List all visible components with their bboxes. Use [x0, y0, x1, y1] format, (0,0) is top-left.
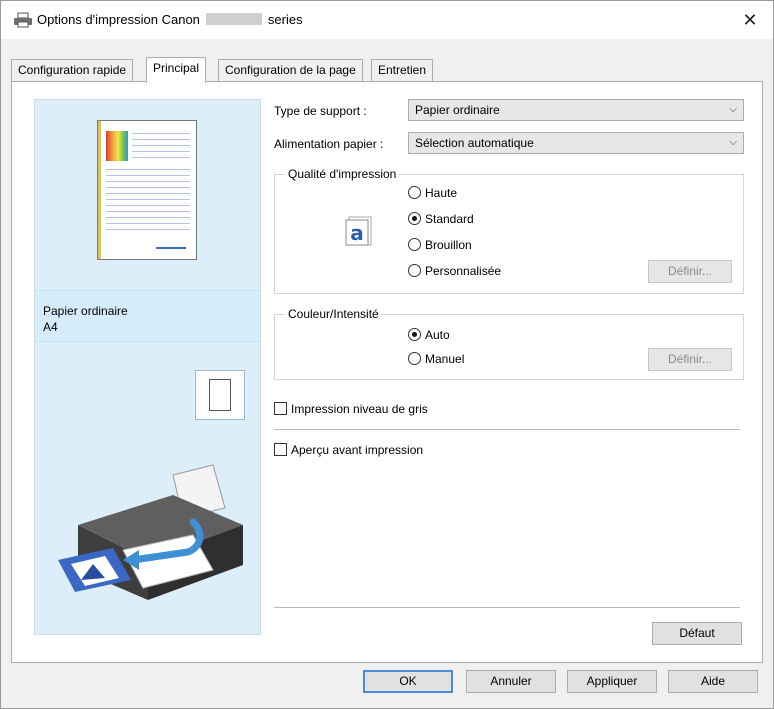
paper-source-label: Alimentation papier :	[274, 137, 384, 151]
radio-icon	[408, 186, 421, 199]
tab-entretien[interactable]: Entretien	[371, 59, 434, 82]
color-intensity-title: Couleur/Intensité	[285, 307, 382, 321]
chevron-down-icon: ⌵	[729, 137, 737, 148]
print-options-dialog: Options d'impression Canon series ✕ Confi…	[0, 0, 774, 709]
letter-a-icon: a	[345, 216, 372, 246]
ok-button[interactable]: OK	[363, 670, 453, 693]
grayscale-label: Impression niveau de gris	[291, 402, 428, 416]
tab-configuration-page[interactable]: Configuration de la page	[218, 59, 363, 82]
paper-source-select[interactable]: Sélection automatique ⌵	[408, 132, 744, 154]
media-type-label: Type de support :	[274, 104, 367, 118]
title-bar: Options d'impression Canon series ✕	[1, 1, 773, 39]
radio-selected-icon	[408, 212, 421, 225]
separator	[274, 429, 740, 430]
redacted-model	[205, 13, 262, 25]
quality-standard-label: Standard	[425, 212, 474, 226]
radio-icon	[408, 238, 421, 251]
principal-panel: Papier ordinaire A4 Type de support : Pa…	[11, 81, 763, 663]
media-info: Papier ordinaire A4	[35, 290, 260, 342]
color-intensity-group: Couleur/Intensité Auto Manuel Définir...	[274, 307, 744, 380]
checkbox-icon	[274, 443, 287, 456]
checkbox-icon	[274, 402, 287, 415]
quality-custom-label: Personnalisée	[425, 264, 502, 278]
quality-high-label: Haute	[425, 186, 458, 200]
media-type-value: Papier ordinaire	[415, 103, 500, 117]
print-quality-group: Qualité d'impression a Haute Standard Br…	[274, 167, 744, 294]
media-type-select[interactable]: Papier ordinaire ⌵	[408, 99, 744, 121]
printer-illustration	[58, 464, 243, 600]
media-type-text: Papier ordinaire	[43, 304, 128, 318]
chevron-down-icon: ⌵	[729, 104, 737, 115]
window-title-suffix: series	[267, 12, 303, 27]
color-auto-label: Auto	[425, 328, 450, 342]
separator	[274, 607, 740, 608]
print-preview-checkbox[interactable]: Aperçu avant impression	[274, 442, 423, 460]
help-button[interactable]: Aide	[668, 670, 758, 693]
grayscale-checkbox[interactable]: Impression niveau de gris	[274, 401, 428, 419]
quality-custom-radio[interactable]: Personnalisée	[408, 263, 501, 281]
tab-principal[interactable]: Principal	[146, 57, 207, 83]
portrait-page-icon	[195, 370, 245, 420]
radio-icon	[408, 264, 421, 277]
paper-size-text: A4	[43, 320, 58, 334]
paper-source-value: Sélection automatique	[415, 136, 534, 150]
window-title: Options d'impression Canon series	[37, 12, 303, 27]
radio-selected-icon	[408, 328, 421, 341]
svg-text:a: a	[350, 221, 364, 245]
color-define-button[interactable]: Définir...	[648, 348, 732, 371]
quality-draft-radio[interactable]: Brouillon	[408, 237, 472, 255]
quality-define-button[interactable]: Définir...	[648, 260, 732, 283]
print-quality-title: Qualité d'impression	[285, 167, 400, 181]
radio-icon	[408, 352, 421, 365]
quality-draft-label: Brouillon	[425, 238, 472, 252]
close-button[interactable]: ✕	[735, 7, 765, 33]
tab-strip: Configuration rapide Principal Configura…	[11, 57, 761, 83]
apply-button[interactable]: Appliquer	[567, 670, 657, 693]
page-preview-thumbnail	[97, 120, 197, 260]
preview-pane: Papier ordinaire A4	[34, 99, 261, 635]
color-auto-radio[interactable]: Auto	[408, 327, 450, 345]
default-button[interactable]: Défaut	[652, 622, 742, 645]
window-title-prefix: Options d'impression Canon	[37, 12, 200, 27]
print-preview-label: Aperçu avant impression	[291, 443, 424, 457]
printer-icon	[14, 12, 32, 28]
cancel-button[interactable]: Annuler	[466, 670, 556, 693]
color-manual-radio[interactable]: Manuel	[408, 351, 464, 369]
quality-standard-radio[interactable]: Standard	[408, 211, 474, 229]
tab-configuration-rapide[interactable]: Configuration rapide	[11, 59, 134, 82]
color-manual-label: Manuel	[425, 352, 465, 366]
quality-high-radio[interactable]: Haute	[408, 185, 457, 203]
